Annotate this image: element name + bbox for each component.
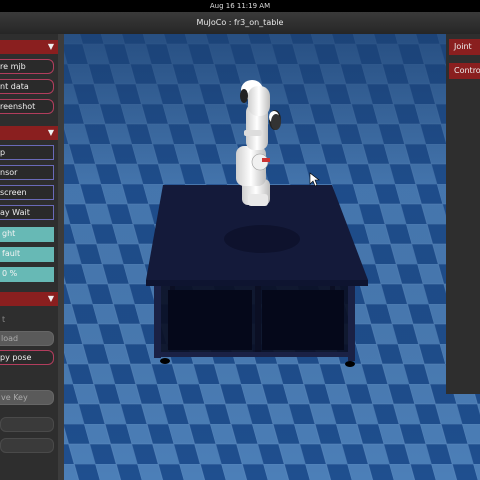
system-top-bar: Aug 16 11:19 AM <box>0 0 480 12</box>
simulation-reset-label[interactable]: t <box>0 313 54 328</box>
system-clock: Aug 16 11:19 AM <box>209 2 271 10</box>
tab-joint[interactable]: Joint <box>449 39 480 55</box>
copy-pose-button[interactable]: py pose <box>0 350 54 365</box>
simulation-reload-button[interactable]: load <box>0 331 54 346</box>
print-data-button[interactable]: nt data <box>0 79 54 94</box>
option-section-header[interactable]: ▼ <box>0 126 58 140</box>
tab-control[interactable]: Control <box>449 63 480 79</box>
window-title-bar: MuJoCo : fr3_on_table <box>0 12 480 35</box>
option-checkbox-help[interactable]: p <box>0 145 54 160</box>
simulation-slider[interactable] <box>0 417 54 432</box>
file-section-header[interactable]: ▼ <box>0 40 58 54</box>
chevron-down-icon: ▼ <box>47 128 54 137</box>
table <box>146 185 368 367</box>
left-control-panel: ▼ re mjb nt data reenshot ▼ p nsor scree… <box>0 34 64 480</box>
scene-render <box>0 34 480 480</box>
left-panel-scrollbar[interactable] <box>58 34 64 480</box>
option-checkbox-fullscreen[interactable]: screen <box>0 185 54 200</box>
option-checkbox-sensor[interactable]: nsor <box>0 165 54 180</box>
option-speed-percent[interactable]: 0 % <box>0 267 54 282</box>
right-control-panel: Joint Control <box>446 34 480 394</box>
simulation-slider[interactable] <box>0 438 54 453</box>
chevron-down-icon: ▼ <box>47 42 54 51</box>
option-toggle-default[interactable]: fault <box>0 247 54 262</box>
simulation-viewport[interactable] <box>0 34 480 480</box>
window-title: MuJoCo : fr3_on_table <box>196 18 284 27</box>
simulation-section-header[interactable]: ▼ <box>0 292 58 306</box>
save-mjb-button[interactable]: re mjb <box>0 59 54 74</box>
chevron-down-icon: ▼ <box>47 294 54 303</box>
save-key-button[interactable]: ve Key <box>0 390 54 405</box>
option-toggle-light[interactable]: ght <box>0 227 54 242</box>
screenshot-button[interactable]: reenshot <box>0 99 54 114</box>
option-checkbox-vsync-wait[interactable]: ay Wait <box>0 205 54 220</box>
